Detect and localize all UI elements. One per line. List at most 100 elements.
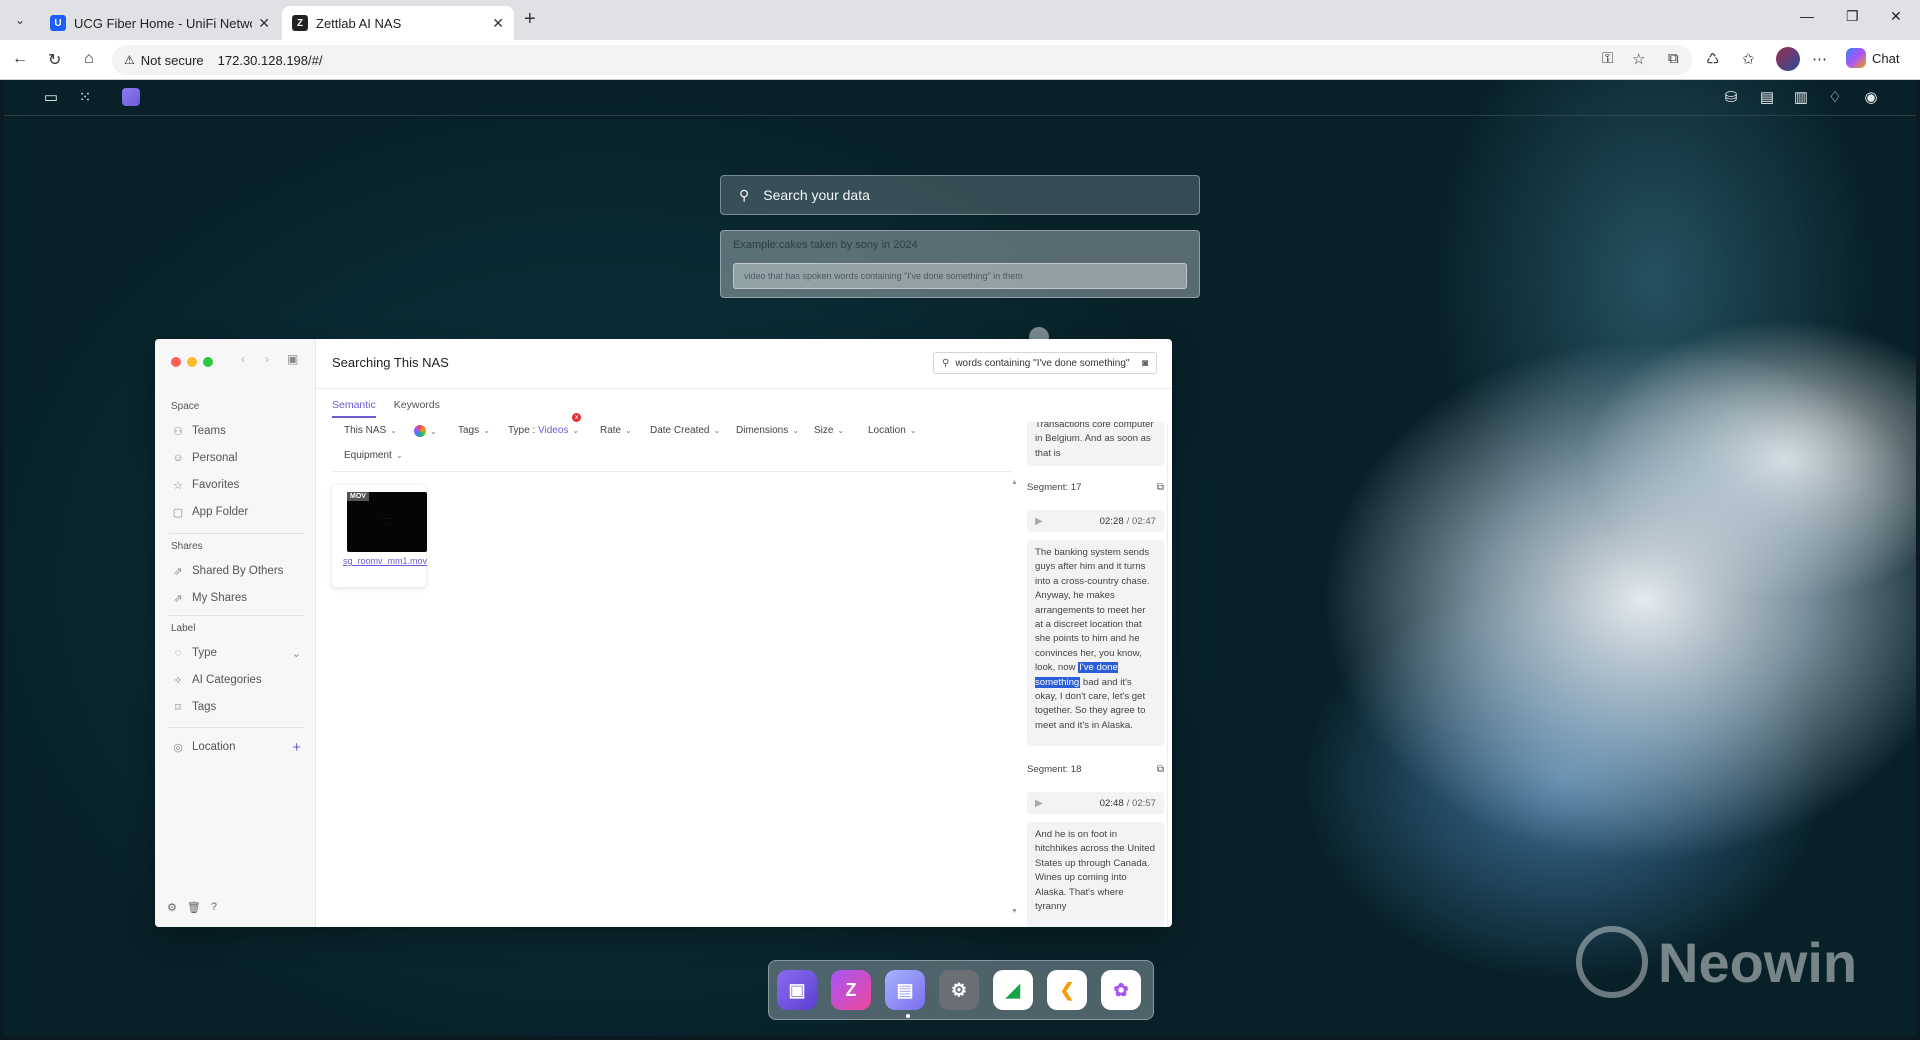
user-icon[interactable]: ◉ (1862, 88, 1880, 106)
sidebar-item-ai-categories[interactable]: ✧ AI Categories (171, 670, 301, 690)
filter-rate[interactable]: Rate ⌄ (600, 425, 632, 436)
sidebar-item-favorites[interactable]: ☆ Favorites (171, 475, 301, 495)
page-title: Searching This NAS (332, 355, 449, 370)
copy-icon[interactable]: ⧉ (1157, 764, 1164, 775)
chevron-down-icon: ⌄ (395, 451, 403, 460)
help-icon[interactable]: ? (211, 901, 217, 914)
divider (169, 727, 304, 728)
address-bar[interactable]: ⚠ Not secure 172.30.128.198/#/ (112, 45, 1692, 75)
minimize-dot[interactable] (187, 357, 197, 367)
sidebar-item-location[interactable]: ◎ Location + (171, 737, 301, 757)
filter-dimensions[interactable]: Dimensions ⌄ (736, 425, 799, 436)
sidebar-item-tags[interactable]: ⌑ Tags (171, 697, 301, 717)
network-icon[interactable]: ⛁ (1722, 88, 1740, 106)
camera-icon[interactable]: ◙ (1142, 358, 1148, 369)
dock-app-ai-icon[interactable]: ◢ (993, 970, 1033, 1010)
tab-semantic[interactable]: Semantic (332, 399, 376, 418)
sidebar-item-type[interactable]: ◌ Type ⌄ (171, 643, 301, 663)
trash-icon[interactable]: 🗑 (187, 901, 201, 914)
play-icon[interactable]: ▶ (1035, 798, 1043, 809)
file-name[interactable]: sg_roomv_mm1.mov (343, 556, 427, 566)
filter-value: Videos (538, 425, 569, 436)
segment-player[interactable]: ▶ 02:48 / 02:57 (1027, 792, 1164, 814)
segment-time: 02:48 (1099, 797, 1124, 809)
tab-close-icon[interactable]: ✕ (258, 15, 270, 32)
sidebar-item-label: AI Categories (192, 674, 262, 686)
running-app-icon[interactable] (122, 88, 140, 106)
label-heading: Label (171, 623, 196, 634)
segment-player[interactable]: ▶ 02:28 / 02:47 (1027, 510, 1164, 532)
filter-color[interactable]: ⌄ (414, 425, 437, 437)
favorite-star-icon[interactable]: ☆ (1632, 50, 1645, 68)
tab-unifi[interactable]: U UCG Fiber Home - UniFi Network ✕ (40, 6, 280, 40)
filter-size[interactable]: Size ⌄ (814, 425, 844, 436)
copilot-chat-button[interactable]: Chat (1846, 48, 1899, 68)
chevron-down-icon: ⌄ (483, 426, 490, 435)
filter-type[interactable]: Type : Videos ⌄ x (508, 413, 582, 436)
tab-list-chevron-icon[interactable]: ⌄ (8, 8, 32, 32)
filter-location[interactable]: Location ⌄ (868, 425, 917, 436)
sidebar-item-teams[interactable]: ⚇ Teams (171, 421, 301, 441)
app-grid-icon[interactable]: ⁙ (76, 88, 94, 106)
minimize-icon[interactable]: — (1800, 8, 1814, 24)
new-tab-plus-icon[interactable]: + (524, 8, 536, 31)
filter-tags[interactable]: Tags ⌄ (458, 425, 490, 436)
reload-icon[interactable]: ↻ (48, 50, 61, 70)
tab-keywords[interactable]: Keywords (394, 399, 440, 418)
clear-filter-badge[interactable]: x (572, 413, 582, 422)
settings-icon[interactable]: ⚙ (167, 901, 177, 914)
sidebar-item-label: Location (192, 741, 236, 753)
maximize-dot[interactable] (203, 357, 213, 367)
sidebar-item-my-shares[interactable]: ⇗ My Shares (171, 588, 301, 608)
filter-date-created[interactable]: Date Created ⌄ (650, 425, 720, 436)
transcript-text: Transactions core computer in Belgium. A… (1027, 422, 1164, 466)
forward-icon[interactable]: › (265, 352, 269, 366)
dock-app-zettlab-icon[interactable]: Z (831, 970, 871, 1010)
transcript-text: And he is on foot in hitchhikes across t… (1027, 822, 1164, 927)
key-icon[interactable]: ⚿ (1602, 50, 1613, 67)
search-placeholder: Search your data (763, 187, 870, 203)
chevron-down-icon: ⌄ (625, 426, 632, 435)
dock-app-notes-icon[interactable]: ▣ (777, 970, 817, 1010)
more-menu-icon[interactable]: ⋯ (1812, 50, 1827, 68)
widgets-icon[interactable]: ▥ (1792, 88, 1810, 106)
file-card[interactable]: MOV · · · · · · sg_roomv_mm1.mov (332, 485, 427, 587)
performance-icon[interactable]: ♺ (1706, 50, 1719, 68)
favorites-bar-icon[interactable]: ✩ (1742, 50, 1755, 68)
window-close-icon[interactable]: ✕ (1890, 8, 1902, 25)
filter-label: Date Created (650, 425, 710, 436)
extensions-icon[interactable]: ⧉ (1668, 50, 1679, 67)
add-location-plus-icon[interactable]: + (292, 739, 301, 756)
tag-icon: ⌑ (175, 701, 181, 714)
chevron-down-icon[interactable]: ⌄ (292, 647, 301, 660)
back-arrow-icon[interactable]: ← (12, 50, 28, 68)
thumbnail-caption-shape: · · · · · · (382, 516, 392, 526)
close-dot[interactable] (171, 357, 181, 367)
ai-icon: ✧ (173, 674, 183, 687)
dock-app-files-icon[interactable]: ▤ (885, 970, 925, 1010)
sidebar-item-shared-by-others[interactable]: ⇗ Shared By Others (171, 561, 301, 581)
notifications-icon[interactable]: ♢ (1826, 88, 1844, 106)
storage-icon[interactable]: ▤ (1758, 88, 1776, 106)
sidebar-toggle-icon[interactable]: ▣ (287, 352, 298, 366)
sidebar-item-personal[interactable]: ☺ Personal (171, 448, 301, 468)
back-icon[interactable]: ‹ (241, 352, 245, 366)
copy-icon[interactable]: ⧉ (1157, 482, 1164, 493)
home-icon[interactable]: ⌂ (84, 50, 94, 68)
profile-avatar[interactable] (1776, 47, 1800, 71)
sidebar-item-app-folder[interactable]: ▢ App Folder (171, 502, 301, 522)
ai-search-box[interactable]: ⚲ Search your data (720, 175, 1200, 215)
example-query[interactable]: video that has spoken words containing "… (733, 263, 1187, 289)
filter-this-nas[interactable]: This NAS ⌄ (344, 425, 397, 436)
dock-app-photos-icon[interactable]: ✿ (1101, 970, 1141, 1010)
dock-app-settings-icon[interactable]: ⚙ (939, 970, 979, 1010)
dock-app-back-icon[interactable]: ❮ (1047, 970, 1087, 1010)
search-input[interactable]: ⚲ words containing "I've done something"… (933, 352, 1157, 374)
desktop-icon[interactable]: ▭ (42, 88, 60, 106)
tab-zettlab[interactable]: Z Zettlab AI NAS ✕ (282, 6, 514, 40)
tab-close-icon[interactable]: ✕ (492, 15, 504, 32)
restore-icon[interactable]: ❐ (1846, 8, 1859, 25)
play-icon[interactable]: ▶ (1035, 516, 1043, 527)
filter-equipment[interactable]: Equipment ⌄ (344, 450, 403, 461)
sidebar-item-label: Shared By Others (192, 565, 284, 577)
